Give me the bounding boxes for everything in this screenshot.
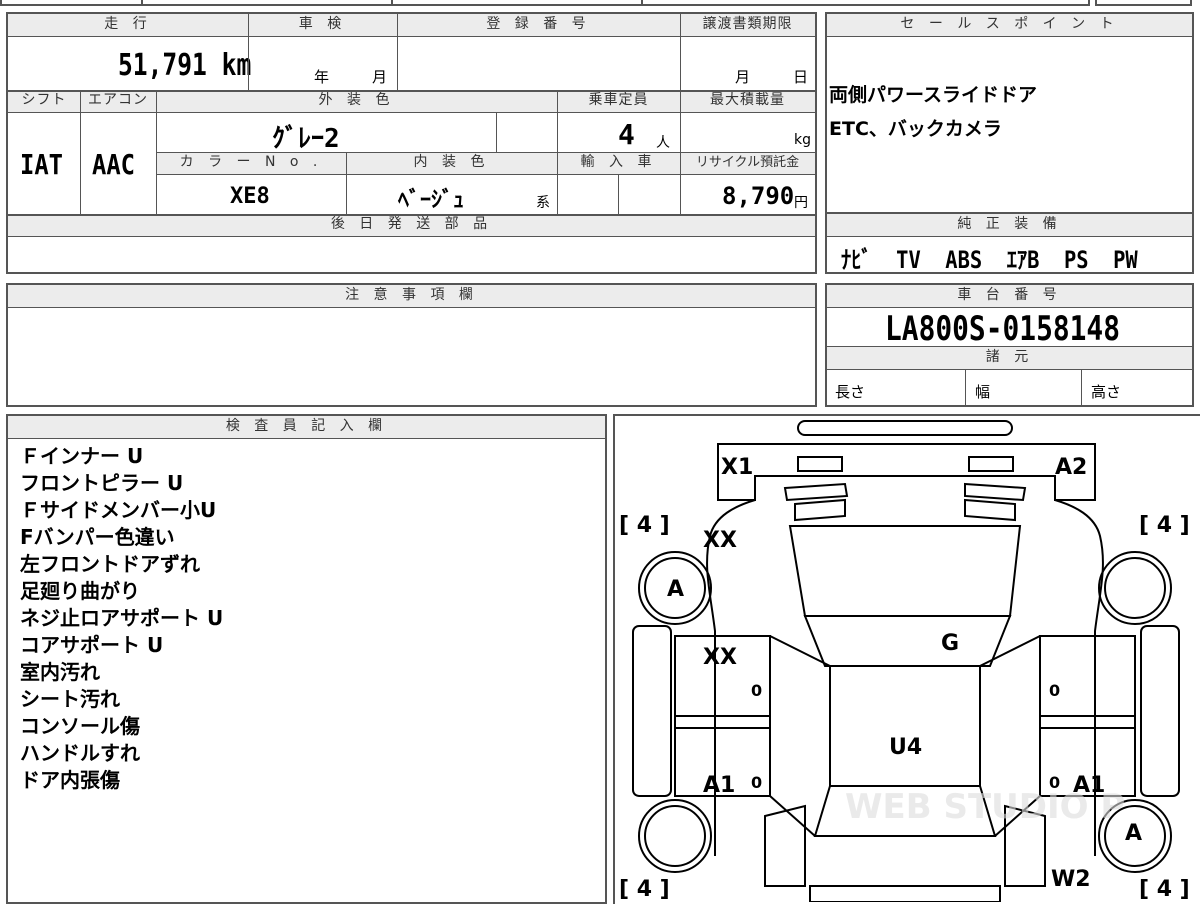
mark-left-front-door: XX bbox=[703, 645, 737, 670]
mark-roof: U4 bbox=[889, 735, 922, 760]
chassis-label: 車 台 番 号 bbox=[827, 285, 1192, 307]
mark-left-rear-door: A1 bbox=[703, 773, 735, 798]
chassis-number: LA800S-0158148 bbox=[885, 309, 1120, 349]
mark-left-front-tire: A bbox=[667, 577, 684, 602]
later-parts-label: 後 日 発 送 部 品 bbox=[8, 214, 815, 236]
aircon-label: エアコン bbox=[80, 90, 156, 112]
inspector-note: Ｆサイドメンバー小U bbox=[20, 498, 217, 522]
exterior-color-label: 外 装 色 bbox=[156, 90, 557, 112]
mark-hood-glass: G bbox=[941, 631, 959, 656]
interior-color-label: 内 装 色 bbox=[346, 152, 557, 174]
inspector-note: 足廻り曲がり bbox=[20, 579, 140, 603]
recycle-fee-unit: 円 bbox=[794, 195, 808, 211]
recycle-label: リサイクル預託金 bbox=[680, 152, 815, 174]
inspector-note: Ｆインナー U bbox=[20, 444, 144, 468]
recycle-fee-value: 8,790 bbox=[722, 182, 795, 210]
inspector-note: Fバンパー色違い bbox=[20, 525, 175, 549]
color-no-value: XE8 bbox=[230, 184, 270, 209]
interior-color-value: ﾍﾞｰｼﾞｭ bbox=[398, 188, 465, 213]
top-strip-cell-5 bbox=[1095, 0, 1192, 6]
interior-color-suffix: 系 bbox=[536, 195, 550, 211]
inspector-note: 室内汚れ bbox=[20, 660, 100, 684]
max-load-label: 最大積載量 bbox=[680, 90, 815, 112]
capacity-unit: 人 bbox=[656, 135, 670, 151]
mark-right-rear-tire: A bbox=[1125, 821, 1142, 846]
registration-label: 登 録 番 号 bbox=[397, 14, 680, 36]
height-label: 高さ bbox=[1091, 383, 1122, 401]
inspector-note: ネジ止ロアサポート U bbox=[20, 606, 224, 630]
inspector-note: 左フロントドアずれ bbox=[20, 552, 200, 576]
equipment-box: 純 正 装 備 ﾅﾋﾞ TV ABS ｴｱB PS PW bbox=[825, 212, 1194, 274]
zero-mark: 0 bbox=[1049, 681, 1060, 700]
top-strip-cell-2 bbox=[143, 0, 393, 6]
vehicle-info-table: 走 行 車 検 登 録 番 号 譲渡書類期限 51,791 km 年 月 月 日… bbox=[6, 12, 817, 274]
import-label: 輸 入 車 bbox=[557, 152, 680, 174]
mark-rear-right: W2 bbox=[1051, 867, 1091, 892]
tread-front-right: [ 4 ] bbox=[1139, 513, 1190, 538]
sales-point-box: セ ー ル ス ポ イ ン ト 両側パワースライドドア ETC、バックカメラ bbox=[825, 12, 1194, 214]
zero-mark: 0 bbox=[751, 681, 762, 700]
tread-rear-left: [ 4 ] bbox=[619, 877, 670, 902]
inspector-box: 検 査 員 記 入 欄 Ｆインナー U フロントピラー U Ｆサイドメンバー小U… bbox=[6, 414, 607, 904]
mark-left-front-fender: XX bbox=[703, 528, 737, 553]
top-strip-cell-3 bbox=[393, 0, 643, 6]
length-label: 長さ bbox=[835, 383, 866, 401]
inspector-notes-list: Ｆインナー U フロントピラー U Ｆサイドメンバー小U Fバンパー色違い 左フ… bbox=[8, 443, 223, 794]
notes-box: 注 意 事 項 欄 bbox=[6, 283, 817, 407]
inspector-note: フロントピラー U bbox=[20, 471, 184, 495]
capacity-label: 乗車定員 bbox=[557, 90, 680, 112]
shift-value: IAT bbox=[20, 148, 63, 181]
top-strip-cell-1 bbox=[0, 0, 143, 6]
transfer-day-unit: 日 bbox=[793, 68, 809, 86]
tread-rear-right: [ 4 ] bbox=[1139, 877, 1190, 902]
inspector-note: ドア内張傷 bbox=[20, 768, 120, 792]
width-label: 幅 bbox=[975, 383, 991, 401]
inspector-note: コアサポート U bbox=[20, 633, 164, 657]
damage-diagram-box: X1 A2 XX A XX G U4 A1 A1 A W2 [ 4 ] [ 4 … bbox=[613, 414, 1200, 904]
mark-front-right: A2 bbox=[1055, 455, 1087, 480]
aircon-value: AAC bbox=[92, 148, 135, 181]
equipment-value: ﾅﾋﾞ TV ABS ｴｱB PS PW bbox=[841, 246, 1138, 274]
inspection-label: 車 検 bbox=[248, 14, 397, 36]
equipment-label: 純 正 装 備 bbox=[827, 214, 1192, 236]
shift-label: シフト bbox=[8, 90, 80, 112]
transfer-month-unit: 月 bbox=[735, 68, 751, 86]
zero-mark: 0 bbox=[751, 773, 762, 792]
inspector-note: ハンドルすれ bbox=[20, 741, 140, 765]
sales-point-line-1: 両側パワースライドドア bbox=[829, 84, 1038, 106]
color-no-label: カ ラ ー N o . bbox=[156, 152, 346, 174]
car-damage-diagram: X1 A2 XX A XX G U4 A1 A1 A W2 [ 4 ] [ 4 … bbox=[619, 420, 1190, 902]
top-strip-cell-4 bbox=[643, 0, 1090, 6]
specs-label: 諸 元 bbox=[827, 347, 1192, 369]
mileage-value: 51,791 km bbox=[118, 48, 252, 83]
watermark: WEB STUDIO P bbox=[845, 787, 1125, 827]
transfer-deadline-label: 譲渡書類期限 bbox=[680, 14, 815, 36]
notes-label: 注 意 事 項 欄 bbox=[8, 285, 815, 307]
inspection-month-unit: 月 bbox=[372, 68, 388, 86]
max-load-unit: kg bbox=[794, 132, 811, 148]
tread-front-left: [ 4 ] bbox=[619, 513, 670, 538]
mark-front-left: X1 bbox=[721, 455, 753, 480]
inspector-note: シート汚れ bbox=[20, 687, 120, 711]
inspector-note: コンソール傷 bbox=[20, 714, 140, 738]
inspector-label: 検 査 員 記 入 欄 bbox=[8, 416, 605, 438]
sales-point-line-2: ETC、バックカメラ bbox=[829, 118, 1002, 140]
sales-point-label: セ ー ル ス ポ イ ン ト bbox=[827, 14, 1192, 36]
exterior-color-value: ｸﾞﾚｰ2 bbox=[272, 124, 340, 154]
capacity-value: 4 bbox=[618, 118, 635, 151]
inspection-year-unit: 年 bbox=[314, 68, 330, 86]
mileage-label: 走 行 bbox=[8, 14, 248, 36]
chassis-box: 車 台 番 号 LA800S-0158148 諸 元 長さ 幅 高さ bbox=[825, 283, 1194, 407]
